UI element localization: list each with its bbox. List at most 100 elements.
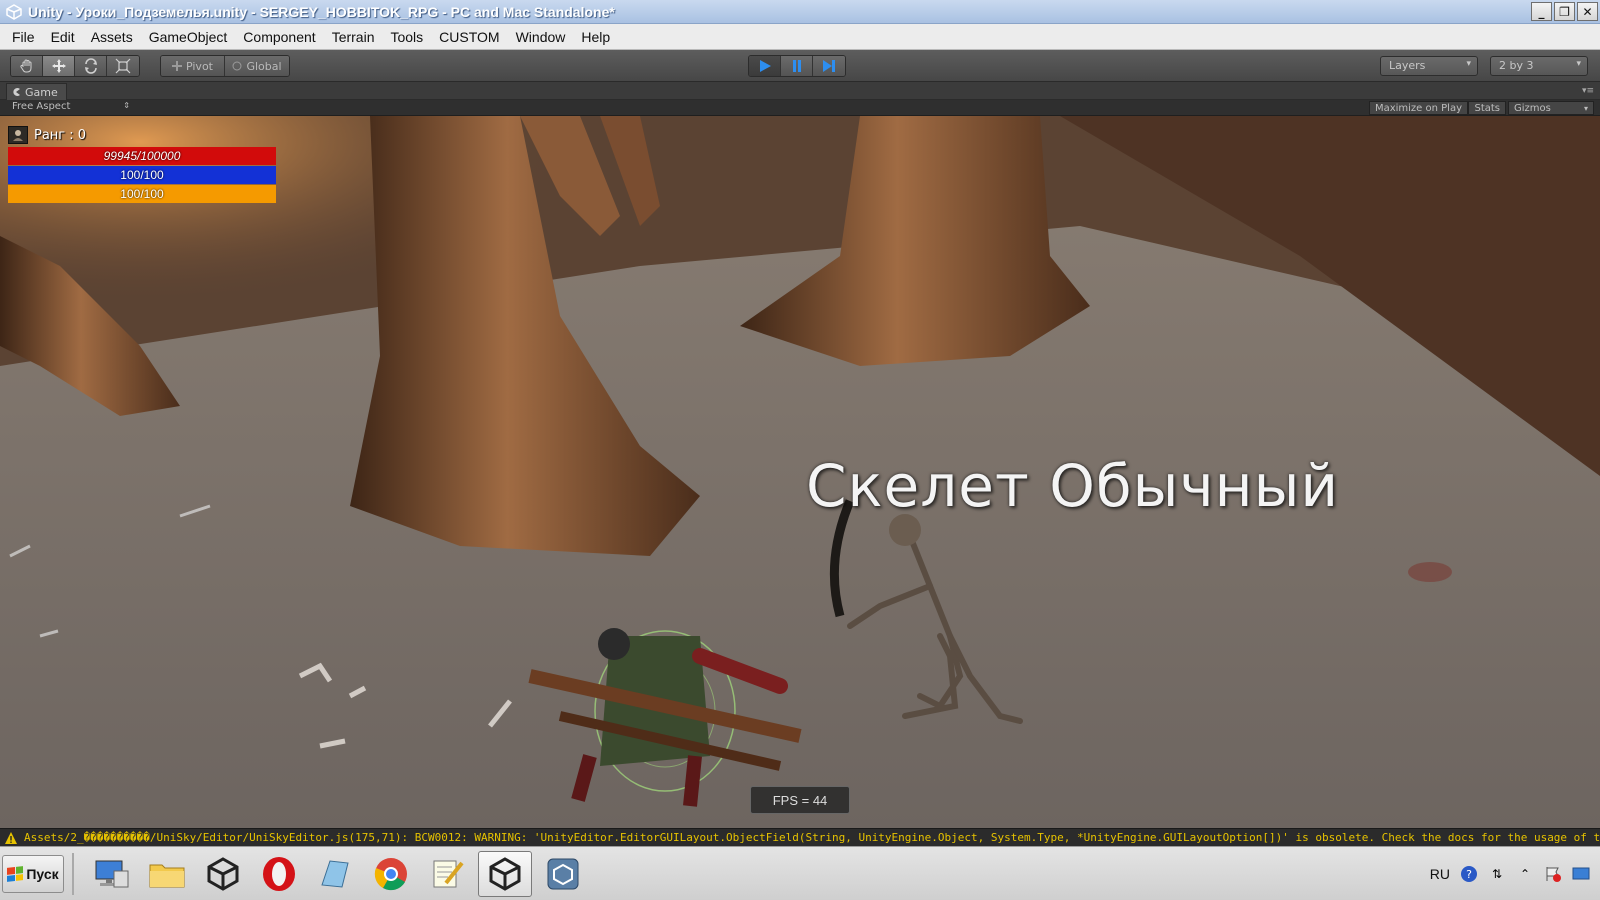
updown-caret-icon: ⇕ xyxy=(123,101,130,110)
pause-button[interactable] xyxy=(781,56,813,76)
pivot-toggle[interactable]: Pivot xyxy=(161,56,225,76)
menu-custom[interactable]: CUSTOM xyxy=(431,29,507,45)
menu-tools[interactable]: Tools xyxy=(382,29,431,45)
unity-active-icon xyxy=(489,857,521,891)
taskbar-app-editor[interactable] xyxy=(420,851,474,897)
pivot-label: Pivot xyxy=(185,59,213,73)
play-controls xyxy=(748,55,846,77)
show-hidden-icons[interactable]: ⌃ xyxy=(1516,865,1534,883)
menu-bar: File Edit Assets GameObject Component Te… xyxy=(0,24,1600,50)
taskbar-app-computer[interactable] xyxy=(84,851,138,897)
taskbar-app-notes[interactable] xyxy=(308,851,362,897)
main-toolbar: Pivot Global Layers ▾ 2 by 3 ▾ xyxy=(0,50,1600,82)
taskbar-separator xyxy=(72,853,74,895)
game-view-options: Free Aspect ⇕ Maximize on Play Stats Giz… xyxy=(0,100,1600,116)
restore-small-icon[interactable]: ⇅ xyxy=(1488,865,1506,883)
opera-icon xyxy=(263,857,295,891)
svg-text:?: ? xyxy=(1466,868,1472,881)
windows-flag-icon xyxy=(7,866,24,882)
tab-game[interactable]: Game xyxy=(6,83,67,100)
window-title: Unity - Уроки_Подземелья.unity - SERGEY_… xyxy=(28,3,615,20)
menu-component[interactable]: Component xyxy=(235,29,323,45)
play-button[interactable] xyxy=(749,56,781,76)
menu-help[interactable]: Help xyxy=(573,29,618,45)
stamina-bar: 100/100 xyxy=(8,185,276,203)
stamina-value: 100/100 xyxy=(120,187,164,201)
cave-scene-render xyxy=(0,116,1600,828)
transform-tools xyxy=(10,55,140,77)
chevron-down-icon: ▾ xyxy=(1583,103,1588,113)
layers-dropdown[interactable]: Layers ▾ xyxy=(1380,56,1478,76)
taskbar-app-unity-active[interactable] xyxy=(478,851,532,897)
restore-button[interactable]: ❐ xyxy=(1554,2,1575,21)
text-editor-icon xyxy=(433,860,464,888)
enemy-nameplate: Скелет Обычный xyxy=(806,452,1340,520)
rotate-tool-button[interactable] xyxy=(75,56,107,76)
aspect-label: Free Aspect xyxy=(12,101,71,112)
hand-icon xyxy=(19,59,31,73)
pause-icon xyxy=(792,60,801,72)
hand-tool-button[interactable] xyxy=(11,56,43,76)
taskbar-app-unity[interactable] xyxy=(196,851,250,897)
menu-assets[interactable]: Assets xyxy=(83,29,141,45)
gizmos-dropdown[interactable]: Gizmos ▾ xyxy=(1508,101,1594,115)
start-label: Пуск xyxy=(26,866,59,882)
menu-file[interactable]: File xyxy=(4,29,43,45)
console-message: Assets/2_����������/UniSky/Editor/UniSky… xyxy=(24,831,1600,844)
pacman-game-icon xyxy=(13,88,20,96)
menu-edit[interactable]: Edit xyxy=(43,29,83,45)
step-button[interactable] xyxy=(813,56,845,76)
scale-icon xyxy=(115,58,131,74)
game-tab-bar: Game ▾≡ xyxy=(0,82,1600,100)
help-icon[interactable]: ? xyxy=(1460,865,1478,883)
folder-icon xyxy=(149,864,185,888)
pivot-icon xyxy=(171,61,182,71)
windows-taskbar: Пуск RU ? ⇅ ⌃ xyxy=(0,846,1600,900)
unity-icon xyxy=(207,857,239,891)
action-center-flag-icon[interactable] xyxy=(1544,865,1562,883)
start-button[interactable]: Пуск xyxy=(2,855,64,893)
health-value: 99945/100000 xyxy=(103,149,181,163)
menu-terrain[interactable]: Terrain xyxy=(324,29,383,45)
pivot-toggles: Pivot Global xyxy=(160,55,290,77)
aspect-dropdown[interactable]: Free Aspect ⇕ xyxy=(6,101,134,115)
explorer-computer-icon xyxy=(95,860,129,888)
move-tool-button[interactable] xyxy=(43,56,75,76)
gizmos-label: Gizmos xyxy=(1514,102,1551,114)
player-hud: Ранг : 0 99945/100000 100/100 100/100 xyxy=(8,124,276,203)
rank-row: Ранг : 0 xyxy=(8,124,276,146)
move-icon xyxy=(51,59,66,73)
taskbar-app-opera[interactable] xyxy=(252,851,306,897)
step-icon xyxy=(823,60,835,72)
console-status-bar[interactable]: Assets/2_����������/UniSky/Editor/UniSky… xyxy=(0,828,1600,846)
scale-tool-button[interactable] xyxy=(107,56,139,76)
language-indicator[interactable]: RU xyxy=(1430,866,1450,882)
layout-dropdown[interactable]: 2 by 3 ▾ xyxy=(1490,56,1588,76)
tab-game-label: Game xyxy=(25,85,58,99)
menu-gameobject[interactable]: GameObject xyxy=(141,29,236,45)
title-bar: Unity - Уроки_Подземелья.unity - SERGEY_… xyxy=(0,0,1600,24)
mana-value: 100/100 xyxy=(120,168,164,182)
fps-counter: FPS = 44 xyxy=(750,786,850,814)
global-toggle[interactable]: Global xyxy=(225,56,289,76)
layout-label: 2 by 3 xyxy=(1499,59,1534,72)
layers-label: Layers xyxy=(1389,59,1426,72)
health-bar: 99945/100000 xyxy=(8,147,276,165)
taskbar-app-folder[interactable] xyxy=(140,851,194,897)
taskbar-app-remote[interactable] xyxy=(536,851,590,897)
maximize-on-play-toggle[interactable]: Maximize on Play xyxy=(1368,101,1468,115)
stats-toggle[interactable]: Stats xyxy=(1468,101,1506,115)
game-viewport[interactable]: Ранг : 0 99945/100000 100/100 100/100 Ск… xyxy=(0,116,1600,828)
player-portrait-icon xyxy=(8,126,28,144)
show-desktop-icon[interactable] xyxy=(1572,865,1590,883)
tab-menu-icon[interactable]: ▾≡ xyxy=(1582,86,1594,96)
minimize-button[interactable]: _ xyxy=(1531,2,1552,21)
unity-editor-window: Unity - Уроки_Подземелья.unity - SERGEY_… xyxy=(0,0,1600,900)
menu-window[interactable]: Window xyxy=(508,29,574,45)
close-button[interactable]: ✕ xyxy=(1577,2,1598,21)
global-label: Global xyxy=(246,59,282,73)
taskbar-app-chrome[interactable] xyxy=(364,851,418,897)
rotate-icon xyxy=(84,58,97,74)
chevron-down-icon: ▾ xyxy=(1466,59,1471,69)
play-icon xyxy=(759,60,771,72)
